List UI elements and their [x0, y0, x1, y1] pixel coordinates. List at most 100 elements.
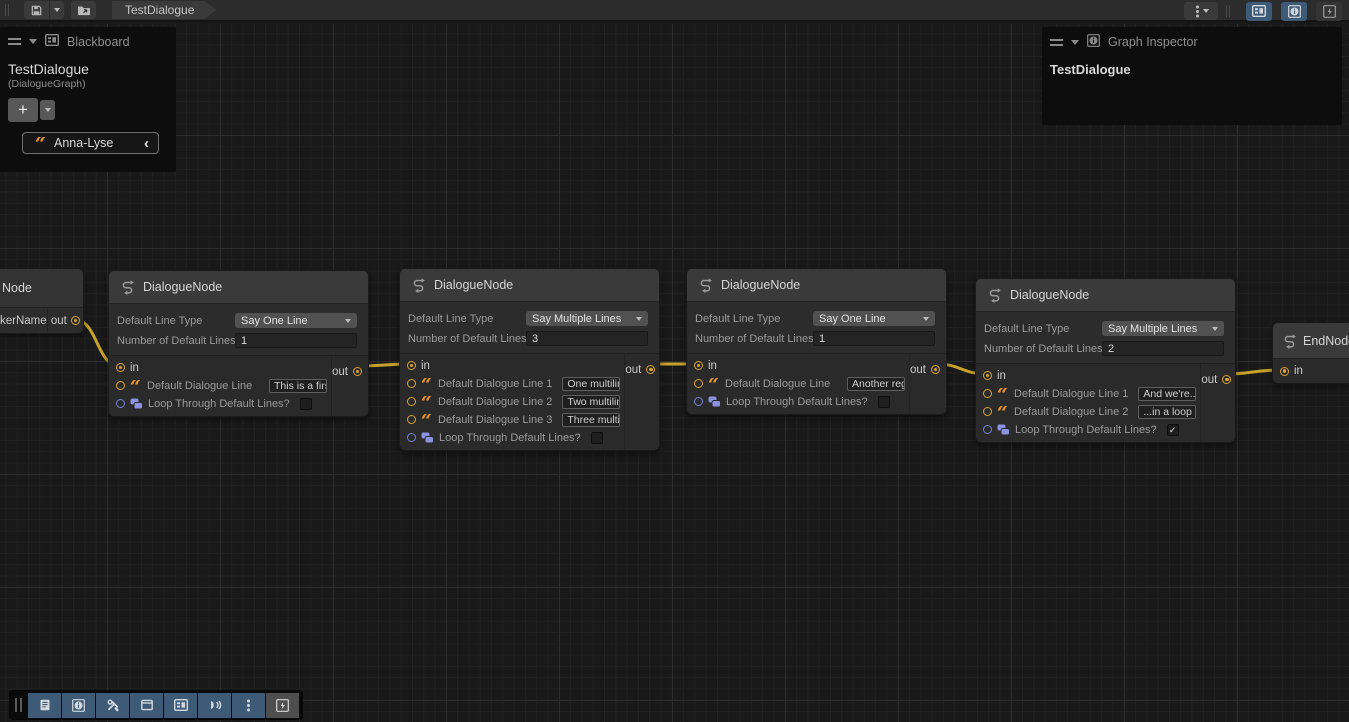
quote-icon [997, 406, 1009, 418]
line-port[interactable] [694, 379, 703, 388]
node-header[interactable]: DialogueNode [400, 269, 659, 302]
line-port[interactable] [407, 415, 416, 424]
out-port-label: out [332, 366, 348, 378]
line-port[interactable] [983, 389, 992, 398]
panel-title: Blackboard [67, 35, 130, 49]
drag-handle-icon[interactable] [8, 38, 21, 45]
options-button[interactable] [1184, 2, 1218, 20]
loop-label: Loop Through Default Lines? [726, 396, 868, 408]
chevron-down-icon [54, 8, 60, 12]
dialogue-line-field[interactable]: Two multiline [562, 395, 620, 409]
graph-name: TestDialogue [1042, 54, 1342, 77]
dialogue-node-4[interactable]: DialogueNode Default Line Type Say Multi… [975, 278, 1236, 443]
in-port[interactable] [694, 361, 703, 370]
in-port[interactable] [1280, 367, 1289, 376]
blackboard-field[interactable]: Anna-Lyse [22, 132, 159, 154]
loop-label: Loop Through Default Lines? [1015, 424, 1157, 436]
dialogue-preview-button[interactable] [198, 693, 231, 718]
dialogue-node-1[interactable]: DialogueNode Default Line Type Say One L… [108, 270, 369, 417]
dialogue-node-icon [986, 287, 1002, 303]
dialogue-line-field[interactable]: This is a first [269, 379, 327, 393]
loop-checkbox[interactable]: ✓ [1167, 424, 1179, 436]
dialogue-line-field[interactable]: One multiline [562, 377, 620, 391]
node-header[interactable]: DialogueNode [109, 271, 368, 304]
prop-label: Default Line Type [984, 323, 1102, 335]
out-port[interactable] [71, 316, 80, 325]
out-port-label: out [910, 364, 926, 376]
line-port[interactable] [407, 397, 416, 406]
loop-port[interactable] [116, 399, 125, 408]
inspector-panel-button[interactable] [62, 693, 95, 718]
out-port[interactable] [353, 367, 362, 376]
minimap-icon [276, 699, 289, 712]
in-port[interactable] [407, 361, 416, 370]
node-header[interactable]: DialogueNode [976, 279, 1235, 312]
dialogue-line-field[interactable]: And we're... [1138, 387, 1196, 401]
node-header[interactable]: EndNode [1273, 323, 1349, 359]
loop-checkbox[interactable] [878, 396, 890, 408]
drag-handle-icon[interactable] [15, 698, 22, 712]
field-name: Anna-Lyse [54, 136, 113, 150]
in-port-label: in [421, 360, 430, 372]
open-asset-button[interactable] [71, 1, 96, 19]
dialogue-node-3[interactable]: DialogueNode Default Line Type Say One L… [686, 268, 947, 415]
blackboard-icon [45, 34, 59, 49]
line-port[interactable] [407, 379, 416, 388]
drag-handle-icon[interactable] [1050, 39, 1063, 46]
out-port[interactable] [1222, 375, 1231, 384]
collapse-triangle-icon[interactable] [1071, 40, 1079, 45]
loop-label: Loop Through Default Lines? [148, 398, 290, 410]
start-node[interactable]: Node kerName out [0, 268, 84, 334]
num-lines-field[interactable]: 1 [235, 333, 357, 348]
more-options-icon [1196, 10, 1199, 13]
node-header[interactable]: DialogueNode [687, 269, 946, 302]
add-field-dropdown-button[interactable] [40, 100, 55, 120]
loop-checkbox[interactable] [300, 398, 312, 410]
loop-port[interactable] [407, 433, 416, 442]
window-panel-button[interactable] [130, 693, 163, 718]
line-port[interactable] [116, 381, 125, 390]
quote-icon [708, 378, 720, 390]
minimap-button[interactable] [266, 693, 299, 718]
inspector-toggle-button[interactable] [1281, 2, 1307, 21]
loop-port[interactable] [983, 425, 992, 434]
blackboard-toggle-button[interactable] [1246, 2, 1272, 21]
add-field-button[interactable]: + [8, 98, 38, 122]
save-button[interactable] [24, 1, 49, 19]
line-type-dropdown[interactable]: Say Multiple Lines [1102, 321, 1224, 336]
graph-tab[interactable]: TestDialogue [112, 1, 216, 19]
loop-port[interactable] [694, 397, 703, 406]
in-port[interactable] [116, 363, 125, 372]
out-port[interactable] [646, 365, 655, 374]
num-lines-field[interactable]: 1 [813, 331, 935, 346]
out-port[interactable] [931, 365, 940, 374]
collapse-chevron-icon[interactable] [144, 136, 149, 151]
node-header[interactable]: Node [0, 269, 83, 308]
dialogue-node-2[interactable]: DialogueNode Default Line Type Say Multi… [399, 268, 660, 451]
line-type-dropdown[interactable]: Say One Line [235, 313, 357, 328]
dialogue-line-field[interactable]: Another regu [847, 377, 905, 391]
loop-icon [421, 432, 434, 444]
num-lines-field[interactable]: 3 [526, 331, 648, 346]
blackboard-panel-button[interactable] [164, 693, 197, 718]
line-type-dropdown[interactable]: Say One Line [813, 311, 935, 326]
loop-checkbox[interactable] [591, 432, 603, 444]
collapse-triangle-icon[interactable] [29, 39, 37, 44]
in-port-label: in [130, 362, 139, 374]
save-dropdown-button[interactable] [50, 1, 64, 19]
line-port[interactable] [983, 407, 992, 416]
loop-label: Loop Through Default Lines? [439, 432, 581, 444]
more-options-button[interactable] [232, 693, 265, 718]
line-type-dropdown[interactable]: Say Multiple Lines [526, 311, 648, 326]
in-port-label: in [1294, 365, 1303, 377]
console-panel-button[interactable] [28, 693, 61, 718]
end-node[interactable]: EndNode in [1272, 322, 1349, 384]
dialogue-line-field[interactable]: ...in a loop [1138, 405, 1196, 419]
dialogue-line-field[interactable]: Three multilin [562, 413, 620, 427]
tools-panel-button[interactable] [96, 693, 129, 718]
in-port-label: in [997, 370, 1006, 382]
num-lines-field[interactable]: 2 [1102, 341, 1224, 356]
in-port[interactable] [983, 371, 992, 380]
minimap-toggle-button[interactable] [1316, 2, 1342, 21]
quote-icon [421, 378, 433, 390]
